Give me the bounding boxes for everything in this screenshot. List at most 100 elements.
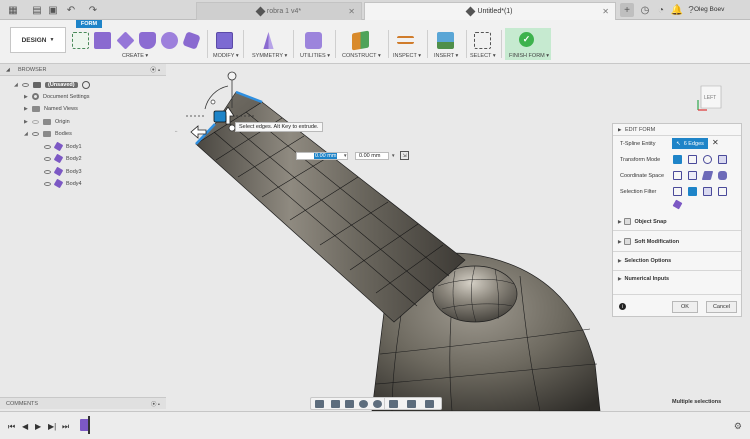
create-menu[interactable]: CREATE ▾ bbox=[122, 53, 148, 59]
repair-body-icon[interactable] bbox=[305, 32, 322, 49]
edge-filter-icon[interactable] bbox=[688, 187, 697, 196]
new-tab-icon[interactable]: + bbox=[620, 3, 634, 17]
zoom-icon[interactable] bbox=[359, 400, 368, 408]
notifications-icon[interactable]: 🔔 bbox=[670, 3, 684, 17]
view-cube[interactable]: LEFT bbox=[695, 82, 727, 112]
measure-icon[interactable] bbox=[397, 36, 414, 44]
pin-icon[interactable]: ⦿ ▪ bbox=[150, 65, 160, 74]
expand-triangle-icon[interactable]: ▶ bbox=[24, 106, 30, 112]
visibility-eye-icon[interactable] bbox=[22, 82, 29, 87]
visibility-eye-icon[interactable] bbox=[44, 144, 51, 149]
inspect-menu[interactable]: INSPECT ▾ bbox=[393, 53, 421, 59]
step-back-icon[interactable]: ◀ bbox=[22, 422, 28, 431]
job-status-icon[interactable]: ◔ bbox=[654, 3, 668, 17]
collapse-triangle-icon[interactable]: ◢ bbox=[14, 82, 20, 88]
scale-icon[interactable] bbox=[718, 155, 727, 164]
checkbox-icon[interactable] bbox=[624, 238, 632, 245]
redo-icon[interactable]: ↷ bbox=[86, 3, 100, 17]
document-tab-robra[interactable]: robra 1 v4* ✕ bbox=[196, 2, 362, 20]
browser-item-document-settings[interactable]: ▶ Document Settings bbox=[24, 91, 89, 102]
select-icon[interactable] bbox=[474, 32, 491, 49]
sphere-icon[interactable] bbox=[161, 32, 178, 49]
tspline-entity-selector[interactable]: ↖ 6 Edges bbox=[672, 138, 708, 149]
file-menu-icon[interactable]: ▤ bbox=[30, 3, 44, 17]
undo-icon[interactable]: ↶ bbox=[64, 3, 78, 17]
orbit-icon[interactable] bbox=[315, 400, 324, 408]
body-filter-icon[interactable] bbox=[718, 187, 727, 196]
world-space-icon[interactable] bbox=[673, 171, 682, 180]
look-at-icon[interactable] bbox=[331, 400, 340, 408]
select-menu[interactable]: SELECT ▾ bbox=[470, 53, 496, 59]
browser-item-bodies[interactable]: ◢ Bodies bbox=[24, 128, 72, 139]
go-to-start-icon[interactable]: ⏮ bbox=[8, 422, 15, 432]
ok-button[interactable]: OK bbox=[672, 301, 698, 313]
browser-item-body4[interactable]: Body4 bbox=[44, 178, 82, 189]
view-space-icon[interactable] bbox=[688, 171, 697, 180]
close-tab-icon[interactable]: ✕ bbox=[348, 7, 355, 16]
chevron-down-icon[interactable]: ▼ bbox=[391, 153, 395, 158]
plane-handle[interactable] bbox=[210, 99, 216, 105]
document-tab-untitled[interactable]: Untitled*(1) ✕ bbox=[364, 2, 616, 20]
info-icon[interactable]: i bbox=[619, 303, 626, 310]
pan-hand-icon[interactable] bbox=[345, 400, 354, 408]
tab-form[interactable]: FORM bbox=[76, 20, 102, 28]
rotate-icon[interactable] bbox=[703, 155, 712, 164]
per-face-space-icon[interactable] bbox=[718, 171, 727, 180]
timeline-playhead[interactable] bbox=[88, 416, 90, 434]
soft-modification-section[interactable]: ▶ Soft Modification bbox=[618, 238, 679, 245]
modify-menu[interactable]: MODIFY ▾ bbox=[213, 53, 239, 59]
construct-menu[interactable]: CONSTRUCT ▾ bbox=[342, 53, 381, 59]
display-settings-icon[interactable] bbox=[389, 400, 398, 408]
symmetry-menu[interactable]: SYMMETRY ▾ bbox=[252, 53, 287, 59]
pin-icon[interactable]: ⦿ ▪ bbox=[151, 400, 160, 408]
save-icon[interactable]: ▣ bbox=[46, 3, 60, 17]
go-to-end-icon[interactable]: ⏭ bbox=[62, 422, 69, 432]
step-forward-icon[interactable]: ▶| bbox=[48, 422, 56, 431]
cylinder-icon[interactable] bbox=[139, 32, 156, 49]
browser-item-body3[interactable]: Body3 bbox=[44, 166, 82, 177]
comments-panel-header[interactable]: COMMENTS ⦿ ▪ bbox=[0, 397, 166, 409]
utilities-menu[interactable]: UTILITIES ▾ bbox=[300, 53, 330, 59]
object-filter-icon[interactable] bbox=[672, 199, 683, 210]
close-tab-icon[interactable]: ✕ bbox=[602, 7, 609, 16]
grid-snaps-icon[interactable] bbox=[407, 400, 416, 408]
workspace-switcher-button[interactable]: DESIGN ▼ bbox=[10, 27, 66, 53]
mirror-symmetry-icon[interactable] bbox=[263, 32, 274, 49]
distance-input-2[interactable]: 0.00 mm bbox=[355, 152, 389, 160]
multi-transform-icon[interactable] bbox=[673, 155, 682, 164]
edit-form-icon[interactable] bbox=[216, 32, 233, 49]
box-icon[interactable] bbox=[94, 32, 111, 49]
visibility-eye-icon[interactable] bbox=[44, 181, 51, 186]
plane-icon[interactable] bbox=[116, 31, 135, 50]
finish-form-label[interactable]: FINISH FORM ▾ bbox=[509, 53, 549, 59]
browser-item-origin[interactable]: ▶ Origin bbox=[24, 116, 70, 127]
chevron-down-icon[interactable]: ▼ bbox=[343, 153, 347, 158]
checkbox-icon[interactable] bbox=[624, 218, 632, 225]
activate-radio-icon[interactable] bbox=[81, 80, 90, 89]
create-box-sketch-icon[interactable] bbox=[72, 32, 89, 49]
browser-header[interactable]: ◢ BROWSER ⦿ ▪ bbox=[0, 64, 166, 76]
clear-selection-icon[interactable]: ✕ bbox=[712, 138, 719, 147]
browser-item-body2[interactable]: Body2 bbox=[44, 153, 82, 164]
free-move-handle[interactable] bbox=[213, 110, 227, 123]
collapse-triangle-icon[interactable]: ▶ bbox=[618, 127, 621, 133]
offset-plane-icon[interactable] bbox=[352, 30, 369, 51]
expand-triangle-icon[interactable]: ▶ bbox=[24, 119, 30, 125]
extensions-icon[interactable]: ◷ bbox=[638, 3, 652, 17]
collapse-triangle-icon[interactable]: ◢ bbox=[6, 67, 10, 73]
numerical-inputs-section[interactable]: ▶ Numerical Inputs bbox=[618, 276, 669, 282]
insert-image-icon[interactable] bbox=[437, 32, 454, 49]
expand-triangle-icon[interactable]: ▶ bbox=[24, 94, 30, 100]
play-icon[interactable]: ▶ bbox=[35, 422, 41, 431]
visibility-eye-icon[interactable] bbox=[32, 119, 39, 124]
collapse-triangle-icon[interactable]: ◢ bbox=[24, 131, 30, 137]
translate-icon[interactable] bbox=[688, 155, 697, 164]
vertex-filter-icon[interactable] bbox=[673, 187, 682, 196]
browser-item-named-views[interactable]: ▶ Named Views bbox=[24, 103, 78, 114]
fit-icon[interactable] bbox=[373, 400, 382, 408]
cancel-button[interactable]: Cancel bbox=[706, 301, 737, 313]
object-snap-section[interactable]: ▶ Object Snap bbox=[618, 218, 667, 225]
browser-root-item[interactable]: ◢ (Unsaved) bbox=[14, 79, 90, 90]
rotation-handle-top[interactable] bbox=[227, 71, 237, 81]
local-space-icon[interactable] bbox=[701, 171, 714, 180]
